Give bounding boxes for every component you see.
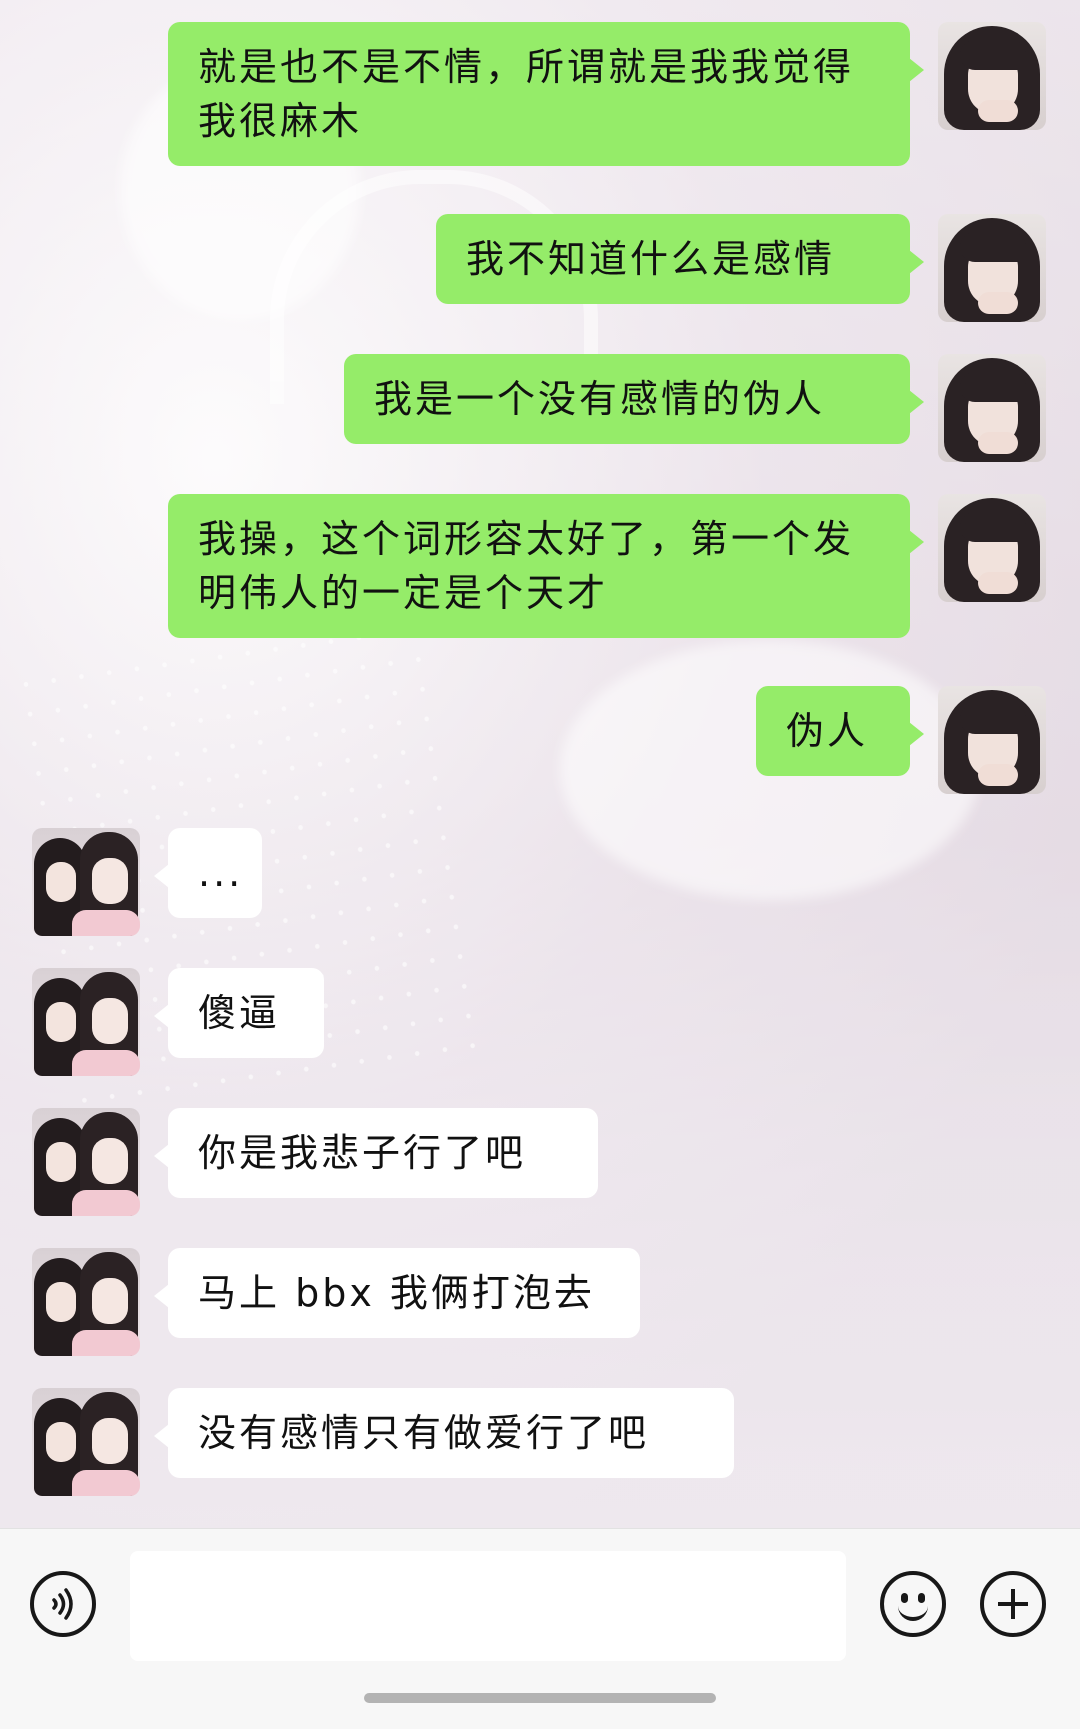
message-bubble-self[interactable]: 就是也不是不情，所谓就是我我觉得我很麻木 <box>168 22 924 166</box>
self-avatar[interactable] <box>938 494 1046 602</box>
contact-avatar[interactable] <box>32 1248 140 1356</box>
emoji-button[interactable] <box>880 1571 946 1637</box>
message-text: 傻逼 <box>198 991 281 1035</box>
message-bubble-other[interactable]: 马上 bbx 我俩打泡去 <box>154 1248 640 1338</box>
message-bubble-self[interactable]: 伪人 <box>756 686 924 776</box>
voice-icon <box>52 1588 73 1620</box>
message-list[interactable]: 就是也不是不情，所谓就是我我觉得我很麻木 我不知道什么是感情 我是一个没有感情的… <box>0 0 1080 1528</box>
self-avatar[interactable] <box>938 686 1046 794</box>
message-text: 我是一个没有感情的伪人 <box>374 377 826 421</box>
message-text: 马上 bbx 我俩打泡去 <box>198 1271 595 1315</box>
voice-input-button[interactable] <box>30 1571 96 1637</box>
contact-avatar[interactable] <box>32 828 140 936</box>
message-bubble-other[interactable]: 没有感情只有做爱行了吧 <box>154 1388 734 1478</box>
contact-avatar[interactable] <box>32 1108 140 1216</box>
message-text: 伪人 <box>786 709 869 753</box>
message-bubble-other[interactable]: ... <box>154 828 262 918</box>
contact-avatar[interactable] <box>32 1388 140 1496</box>
self-avatar[interactable] <box>938 354 1046 462</box>
more-options-button[interactable] <box>980 1571 1046 1637</box>
message-text: ... <box>198 851 244 895</box>
message-bubble-other[interactable]: 你是我悲子行了吧 <box>154 1108 598 1198</box>
message-text: 我不知道什么是感情 <box>466 237 836 281</box>
message-text: 就是也不是不情，所谓就是我我觉得我很麻木 <box>198 45 855 143</box>
message-text: 我操，这个词形容太好了，第一个发明伟人的一定是个天才 <box>198 517 855 615</box>
chat-input-bar <box>0 1528 1080 1729</box>
message-bubble-self[interactable]: 我是一个没有感情的伪人 <box>344 354 924 444</box>
home-indicator[interactable] <box>364 1693 716 1703</box>
contact-avatar[interactable] <box>32 968 140 1076</box>
self-avatar[interactable] <box>938 214 1046 322</box>
message-text: 你是我悲子行了吧 <box>198 1131 527 1175</box>
message-input[interactable] <box>130 1551 846 1661</box>
message-bubble-other[interactable]: 傻逼 <box>154 968 324 1058</box>
message-bubble-self[interactable]: 我不知道什么是感情 <box>436 214 924 304</box>
message-text: 没有感情只有做爱行了吧 <box>198 1411 650 1455</box>
self-avatar[interactable] <box>938 22 1046 130</box>
message-bubble-self[interactable]: 我操，这个词形容太好了，第一个发明伟人的一定是个天才 <box>168 494 924 638</box>
